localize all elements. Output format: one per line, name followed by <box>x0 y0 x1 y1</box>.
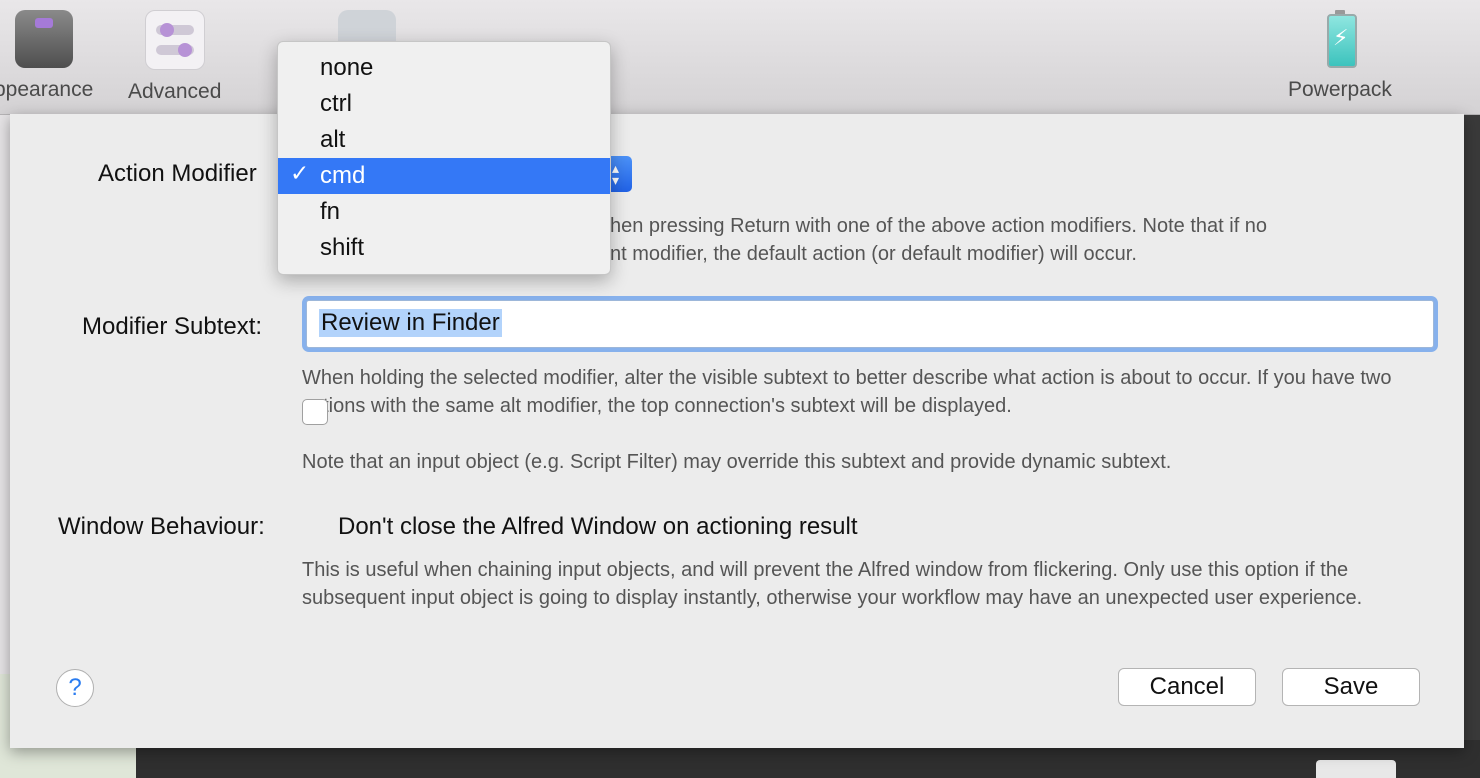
background-node <box>1316 760 1396 778</box>
help-button[interactable]: ? <box>56 669 94 707</box>
menu-item-none[interactable]: none <box>278 50 610 86</box>
cancel-button[interactable]: Cancel <box>1118 668 1256 706</box>
checkmark-icon: ✓ <box>290 161 310 187</box>
dont-close-window-checkbox-label[interactable]: Don't close the Alfred Window on actioni… <box>338 513 858 541</box>
action-modifier-help-line1: hen pressing Return with one of the abov… <box>610 215 1268 237</box>
toolbar-item-label: Advanced <box>128 80 222 103</box>
advanced-icon <box>144 10 205 70</box>
toolbar-item-label: ppearance <box>0 78 94 101</box>
action-modifier-dropdown-menu: none ctrl alt ✓ cmd fn shift <box>277 41 611 275</box>
preferences-toolbar: ppearance Advanced ⚡ Powerpack <box>0 0 1480 115</box>
window-behaviour-label: Window Behaviour: <box>58 513 265 540</box>
modifier-subtext-value: Review in Finder <box>319 309 502 337</box>
toolbar-item-label: Powerpack <box>1288 78 1392 101</box>
menu-item-shift[interactable]: shift <box>278 230 610 266</box>
save-button[interactable]: Save <box>1282 668 1420 706</box>
modifier-subtext-note: Note that an input object (e.g. Script F… <box>302 451 1172 473</box>
modifier-subtext-help: When holding the selected modifier, alte… <box>302 367 1392 417</box>
background-right-edge <box>1464 114 1480 740</box>
menu-item-cmd[interactable]: ✓ cmd <box>278 158 610 194</box>
modifier-subtext-label: Modifier Subtext: <box>82 313 263 340</box>
window-behaviour-help: This is useful when chaining input objec… <box>302 559 1363 609</box>
toolbar-item-powerpack[interactable]: ⚡ Powerpack <box>1288 10 1392 102</box>
battery-icon: ⚡ <box>1311 10 1369 68</box>
menu-item-ctrl[interactable]: ctrl <box>278 86 610 122</box>
action-modifier-help-line2: nt modifier, the default action (or defa… <box>610 243 1137 265</box>
popup-arrows-icon: ▴ ▾ <box>612 160 620 188</box>
appearance-icon <box>14 10 73 68</box>
menu-item-fn[interactable]: fn <box>278 194 610 230</box>
toolbar-item-advanced[interactable]: Advanced <box>128 10 221 104</box>
dont-close-window-checkbox[interactable] <box>302 399 328 425</box>
modifier-subtext-input[interactable]: Review in Finder <box>306 300 1434 348</box>
modifier-configuration-sheet: Action Modifier ▴ ▾ hen pressing Return w… <box>10 114 1464 748</box>
toolbar-item-appearance[interactable]: ppearance <box>0 10 93 102</box>
action-modifier-label: Action Modifier <box>98 160 257 187</box>
menu-item-alt[interactable]: alt <box>278 122 610 158</box>
